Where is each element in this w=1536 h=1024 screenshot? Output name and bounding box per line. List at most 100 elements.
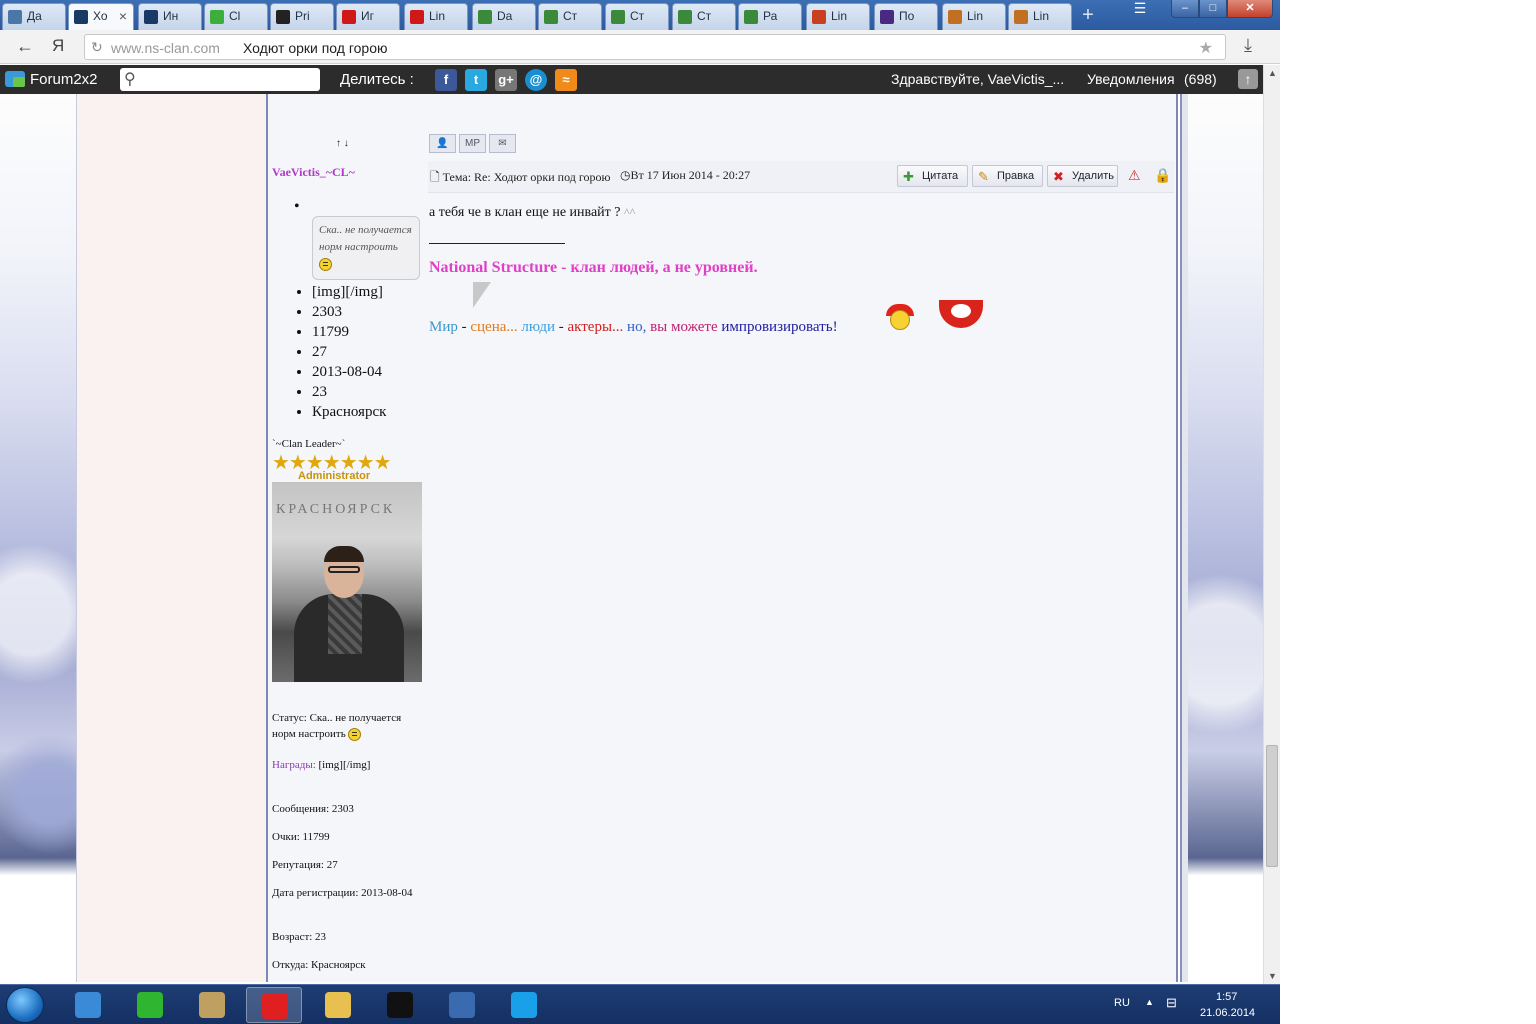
chat-icon: [210, 10, 224, 24]
avatar[interactable]: КРАСНОЯРСК: [272, 482, 422, 682]
meta-posts: Сообщения: 2303: [272, 803, 354, 815]
browser-tab[interactable]: Cl: [204, 3, 268, 30]
tab-label: Ст: [630, 9, 645, 23]
forum-search-input[interactable]: ⚲: [120, 68, 320, 91]
yandex-button[interactable]: Я: [52, 36, 64, 56]
rank-label: Administrator: [298, 470, 371, 482]
post-topic[interactable]: 🗋 Тема: Re: Ходют орки под горою: [430, 168, 610, 189]
browser-tab[interactable]: Da: [472, 3, 536, 30]
post-topic-text: Тема: Re: Ходют орки под горою: [442, 170, 611, 184]
user-greeting[interactable]: Здравствуйте, VaeVictis_...: [891, 71, 1064, 87]
browser-tab[interactable]: Хо ×: [68, 3, 134, 30]
browser-tab[interactable]: По: [874, 3, 938, 30]
taskbar-item[interactable]: [122, 987, 178, 1023]
taskbar-item[interactable]: [496, 987, 552, 1023]
taskbar-item[interactable]: [310, 987, 366, 1023]
browser-tab[interactable]: Ст: [538, 3, 602, 30]
tray-date[interactable]: 21.06.2014: [1200, 1007, 1255, 1019]
ip-lock-icon[interactable]: 🔒: [1154, 167, 1171, 184]
notifications-count[interactable]: (698): [1184, 71, 1217, 87]
left-pane: [77, 94, 266, 982]
leaf-icon: [478, 10, 492, 24]
awards-label[interactable]: Награды:: [272, 759, 316, 771]
google-plus-icon[interactable]: g+: [495, 69, 517, 91]
close-window-button[interactable]: ✕: [1227, 0, 1273, 18]
scroll-down-arrow[interactable]: ▼: [1268, 971, 1277, 981]
tray-time[interactable]: 1:57: [1216, 991, 1237, 1003]
browser-tab[interactable]: Pri: [270, 3, 334, 30]
browser-tab[interactable]: Ст: [672, 3, 736, 30]
delete-icon: ✖: [1053, 169, 1064, 184]
browser-tab[interactable]: Иг: [336, 3, 400, 30]
taskbar: RU ▲ ⊟ 1:57 21.06.2014: [0, 984, 1280, 1024]
email-user-button[interactable]: ✉: [489, 134, 516, 153]
downloads-icon[interactable]: ⤓: [1244, 35, 1252, 56]
taskbar-item[interactable]: [434, 987, 490, 1023]
avatar-glasses: [328, 566, 360, 573]
browser-tab[interactable]: Lin: [806, 3, 870, 30]
maximize-button[interactable]: □: [1199, 0, 1227, 18]
icq-icon: [137, 992, 163, 1018]
reload-icon[interactable]: ↻: [91, 39, 103, 56]
notifications-label[interactable]: Уведомления: [1087, 71, 1175, 87]
report-icon[interactable]: ⚠: [1128, 167, 1141, 184]
taskbar-item[interactable]: [246, 987, 302, 1023]
tab-label: Ра: [763, 9, 778, 23]
minimize-button[interactable]: –: [1171, 0, 1199, 18]
facebook-icon[interactable]: f: [435, 69, 457, 91]
power-icon: [410, 10, 424, 24]
rss-icon[interactable]: ≈: [555, 69, 577, 91]
email-share-icon[interactable]: @: [525, 69, 547, 91]
profile-button[interactable]: 👤: [429, 134, 456, 153]
avatar-scarf: [328, 594, 362, 654]
post-date-text: Вт 17 Июн 2014 - 20:27: [630, 168, 751, 182]
twitter-icon[interactable]: t: [465, 69, 487, 91]
post-text-body: а тебя че в клан еще не инвайт ?: [429, 205, 621, 220]
post-nav-arrows[interactable]: ↑ ↓: [336, 138, 349, 149]
taskbar-item[interactable]: [372, 987, 428, 1023]
new-tab-button[interactable]: +: [1076, 4, 1100, 26]
browser-tab[interactable]: Lin: [942, 3, 1006, 30]
bookmark-star-icon[interactable]: ★: [1199, 38, 1213, 58]
awards-value: [img][/img]: [315, 759, 371, 771]
browser-tab[interactable]: Ин: [138, 3, 202, 30]
page-scrollbar[interactable]: ▲ ▼: [1263, 65, 1280, 984]
ns-clan-icon: [449, 992, 475, 1018]
back-button[interactable]: ←: [16, 36, 34, 57]
meta-registration-date: Дата регистрации: 2013-08-04: [272, 887, 413, 899]
quote-icon: ✚: [903, 169, 914, 184]
edit-button[interactable]: ✎ Правка: [972, 165, 1043, 187]
network-icon[interactable]: ⊟: [1166, 995, 1177, 1011]
scroll-thumb[interactable]: [1266, 745, 1278, 867]
browser-menu-button[interactable]: ☰: [1124, 0, 1156, 18]
leaf-icon: [611, 10, 625, 24]
meta-points: Очки: 11799: [272, 831, 330, 843]
forum-logo-icon[interactable]: [5, 71, 25, 87]
cow-smiley-icon: [935, 296, 987, 330]
browser-tab[interactable]: Ра: [738, 3, 802, 30]
paint-icon: [199, 992, 225, 1018]
browser-tab[interactable]: Lin: [404, 3, 468, 30]
scroll-up-arrow[interactable]: ▲: [1268, 68, 1277, 78]
taskbar-item[interactable]: [184, 987, 240, 1023]
delete-button[interactable]: ✖ Удалить: [1047, 165, 1118, 187]
author-name[interactable]: VaeVictis_~CL~: [272, 165, 355, 180]
browser-tab[interactable]: Ст: [605, 3, 669, 30]
tab-label: Lin: [429, 9, 446, 23]
scroll-top-button[interactable]: ↑: [1238, 69, 1258, 89]
browser-tab[interactable]: Да: [2, 3, 66, 30]
browser-tab[interactable]: Lin: [1008, 3, 1072, 30]
close-tab-icon[interactable]: ×: [119, 8, 127, 24]
tray-language[interactable]: RU: [1114, 997, 1130, 1009]
tab-label: Da: [497, 9, 513, 23]
ns-clan-icon: [74, 10, 88, 24]
tab-label: По: [899, 9, 915, 23]
start-button[interactable]: [6, 987, 44, 1023]
url-field[interactable]: ↻ www.ns-clan.com Ходют орки под горою ★: [84, 34, 1226, 60]
tab-label: Lin: [831, 9, 848, 23]
taskbar-item[interactable]: [60, 987, 116, 1023]
tray-expand-icon[interactable]: ▲: [1145, 997, 1154, 1007]
quote-button[interactable]: ✚ Цитата: [897, 165, 968, 187]
forum-name[interactable]: Forum2x2: [30, 71, 98, 88]
private-message-button[interactable]: MP: [459, 134, 486, 153]
